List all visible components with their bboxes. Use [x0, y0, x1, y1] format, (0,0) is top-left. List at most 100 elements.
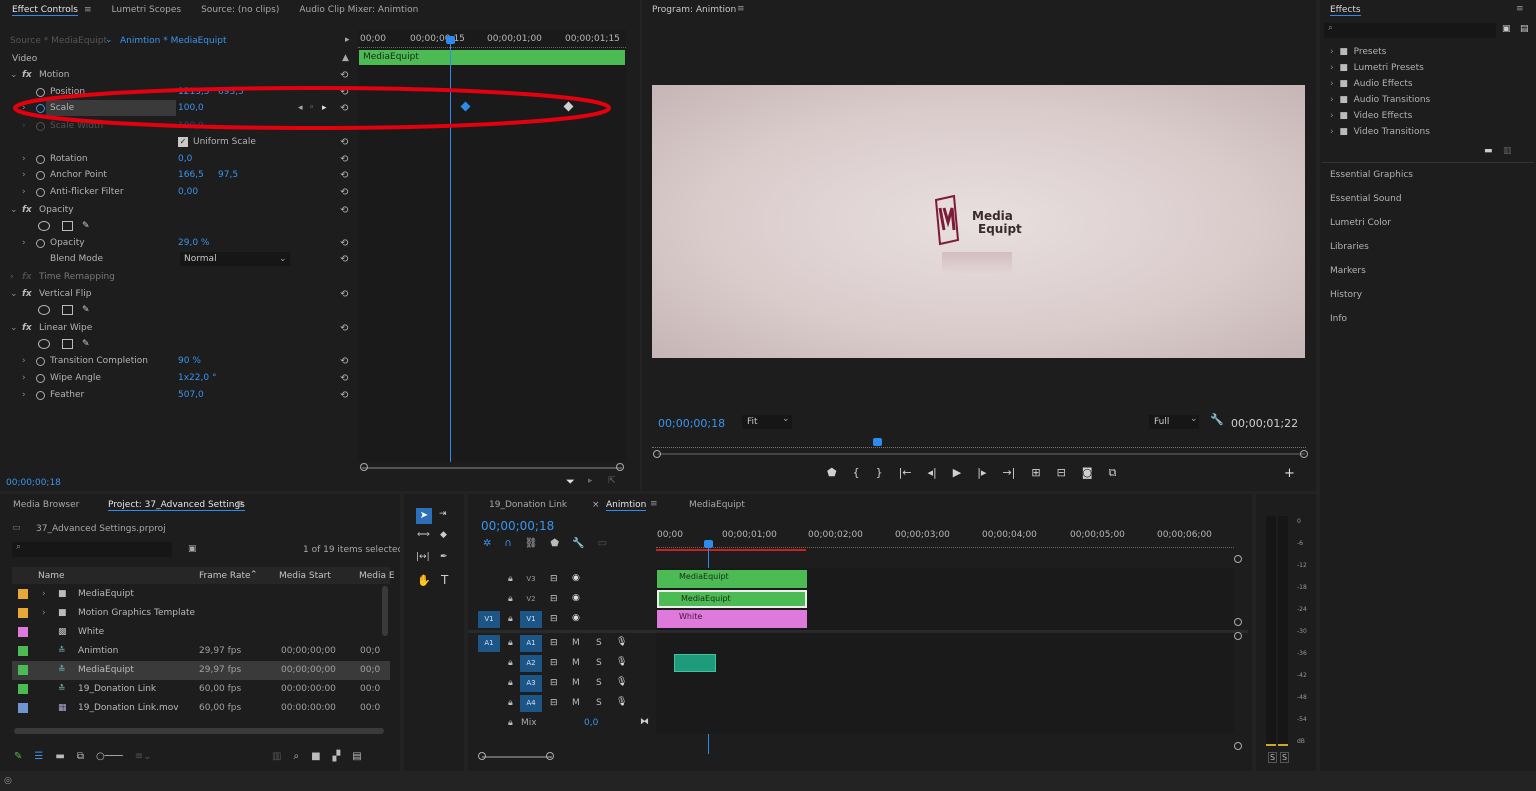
pen-mask-icon[interactable]: ✎	[82, 218, 90, 235]
monitor-ruler[interactable]	[652, 440, 1306, 448]
work-area-bar[interactable]	[656, 549, 806, 551]
chevron-right-icon[interactable]: ›	[22, 370, 26, 387]
tab-audio-clip-mixer[interactable]: Audio Clip Mixer: Animtion	[299, 5, 418, 15]
lock-icon[interactable]: 🔒︎	[508, 594, 513, 604]
selection-tool-icon[interactable]: ➤	[416, 508, 432, 524]
add-marker-icon[interactable]: ⬟	[827, 466, 837, 480]
mark-in-icon[interactable]: {	[853, 466, 860, 480]
chevron-down-icon[interactable]: ⌄	[10, 320, 18, 337]
status-eye-icon[interactable]: ◎	[4, 776, 12, 786]
rotation-row[interactable]: › Rotation 0,0 ⟲	[0, 151, 354, 168]
effect-controls-timecode[interactable]: 00;00;00;18	[6, 478, 61, 488]
label-swatch[interactable]	[18, 608, 28, 618]
razor-tool-icon[interactable]: ◆	[440, 530, 447, 540]
sync-lock-icon[interactable]: ⊟	[550, 594, 558, 604]
label-swatch[interactable]	[18, 646, 28, 656]
timeline-playhead-head[interactable]	[704, 540, 713, 548]
reset-icon[interactable]: ⟲	[340, 67, 348, 84]
vscroll-handle-mid2[interactable]	[1234, 632, 1242, 640]
time-remapping-row[interactable]: › fx Time Remapping	[0, 269, 354, 286]
table-row[interactable]: ≛ Animtion 29,97 fps 00;00;00;00 00;0	[12, 642, 390, 661]
stopwatch-icon[interactable]	[36, 239, 45, 248]
panel-menu-icon[interactable]: ≡	[84, 5, 92, 15]
transition-completion-value[interactable]: 90 %	[178, 353, 201, 370]
label-swatch[interactable]	[18, 684, 28, 694]
effects-title[interactable]: Effects	[1330, 5, 1361, 16]
lift-icon[interactable]: ⊞	[1031, 466, 1040, 480]
info-link[interactable]: Info	[1330, 307, 1520, 331]
tab-mediaequipt[interactable]: MediaEquipt	[689, 500, 745, 510]
track-header-a4[interactable]: 🔒︎ A4 ⊟ M S 🎙︎	[468, 694, 658, 714]
timeline-timecode[interactable]: 00;00;00;18	[481, 519, 554, 533]
track-target-a1[interactable]: A1	[520, 635, 542, 652]
monitor-scroll-track[interactable]	[658, 453, 1305, 455]
opacity-value[interactable]: 29,0 %	[178, 235, 209, 252]
sync-lock-icon[interactable]: ⊟	[550, 678, 558, 688]
ruler-ticks[interactable]	[656, 542, 1234, 548]
video-transitions-folder[interactable]: › ■ Video Transitions	[1330, 124, 1430, 140]
anchor-point-row[interactable]: › Anchor Point 166,5 97,5 ⟲	[0, 167, 354, 184]
chevron-right-icon[interactable]: ›	[22, 184, 26, 201]
project-search-input[interactable]: ⌕	[12, 542, 172, 557]
track-target-a3[interactable]: A3	[520, 675, 542, 692]
zoom-handle-right[interactable]	[616, 463, 624, 471]
sort-ascending-icon[interactable]: ⌃	[250, 570, 258, 580]
lumetri-presets-folder[interactable]: › ■ Lumetri Presets	[1330, 60, 1424, 76]
solo-button[interactable]: S	[596, 698, 602, 708]
lock-icon[interactable]: 🔒︎	[508, 574, 513, 584]
track-header-mix[interactable]: 🔒︎ Mix 0,0 ⧓	[468, 714, 658, 734]
stopwatch-icon[interactable]	[36, 171, 45, 180]
export-icon[interactable]: ⇱	[608, 476, 616, 486]
solo-right-button[interactable]: S	[1280, 752, 1290, 763]
source-patch-a1[interactable]: A1	[478, 635, 500, 652]
chevron-down-icon[interactable]: ⌄	[10, 202, 18, 219]
lock-icon[interactable]: 🔒︎	[508, 678, 513, 688]
lock-icon[interactable]: 🔒︎	[508, 718, 513, 728]
tab-19-donation-link[interactable]: 19_Donation Link	[489, 500, 567, 510]
wipe-angle-row[interactable]: › Wipe Angle 1x22,0 ° ⟲	[0, 370, 354, 387]
solo-button[interactable]: S	[596, 658, 602, 668]
ellipse-mask-icon[interactable]	[38, 221, 50, 231]
chevron-down-icon[interactable]: ⌄	[279, 251, 287, 268]
lock-icon[interactable]: 🔒︎	[508, 638, 513, 648]
lock-icon[interactable]: 🔒︎	[508, 614, 513, 624]
pen-mask-icon[interactable]: ✎	[82, 302, 90, 319]
uniform-scale-checkbox[interactable]: ✓	[178, 137, 188, 147]
tab-source[interactable]: Source: (no clips)	[201, 5, 279, 15]
rectangle-mask-icon[interactable]	[62, 221, 73, 231]
reset-icon[interactable]: ⟲	[340, 151, 348, 168]
tab-lumetri-scopes[interactable]: Lumetri Scopes	[112, 5, 182, 15]
solo-left-button[interactable]: S	[1268, 752, 1278, 763]
track-target-a4[interactable]: A4	[520, 695, 542, 712]
hscroll-bar[interactable]	[14, 728, 384, 734]
label-swatch[interactable]	[18, 589, 28, 599]
ripple-edit-tool-icon[interactable]: ⟺	[417, 530, 430, 540]
track-target-v2[interactable]: V2	[520, 591, 542, 608]
chevron-right-icon[interactable]: ›	[42, 585, 46, 604]
presets-folder[interactable]: › ■ Presets	[1330, 44, 1386, 60]
microphone-icon[interactable]: 🎙︎	[616, 637, 627, 647]
reset-icon[interactable]: ⟲	[340, 387, 348, 404]
folder-icon[interactable]: ▬	[1484, 146, 1493, 156]
export-frame-icon[interactable]: ◙	[1082, 466, 1093, 480]
feather-row[interactable]: › Feather 507,0 ⟲	[0, 387, 354, 404]
lock-icon[interactable]: 🔒︎	[508, 698, 513, 708]
stopwatch-icon[interactable]	[36, 188, 45, 197]
fx-icon[interactable]: fx	[22, 202, 32, 219]
icon-view-icon[interactable]: ▬	[55, 751, 64, 762]
opacity-row[interactable]: › Opacity 29,0 % ⟲	[0, 235, 354, 252]
vscroll-handle-mid[interactable]	[1234, 618, 1242, 626]
panel-menu-icon[interactable]: ≡	[650, 499, 658, 509]
audio-transitions-folder[interactable]: › ■ Audio Transitions	[1330, 92, 1430, 108]
mix-value[interactable]: 0,0	[584, 718, 598, 728]
step-back-icon[interactable]: ◂|	[928, 466, 937, 480]
eye-icon[interactable]: ◉	[572, 593, 580, 603]
sync-lock-icon[interactable]: ⊟	[550, 638, 558, 648]
eye-icon[interactable]: ◉	[572, 613, 580, 623]
tab-project[interactable]: Project: 37_Advanced Settings	[108, 500, 245, 511]
close-icon[interactable]: ×	[592, 500, 600, 510]
list-item[interactable]: › ■ Motion Graphics Template	[12, 604, 390, 623]
trash-icon[interactable]: ▤	[1520, 24, 1529, 34]
new-item-icon[interactable]: ▞	[333, 751, 341, 762]
pen-tool-icon[interactable]: ✒	[440, 552, 448, 562]
